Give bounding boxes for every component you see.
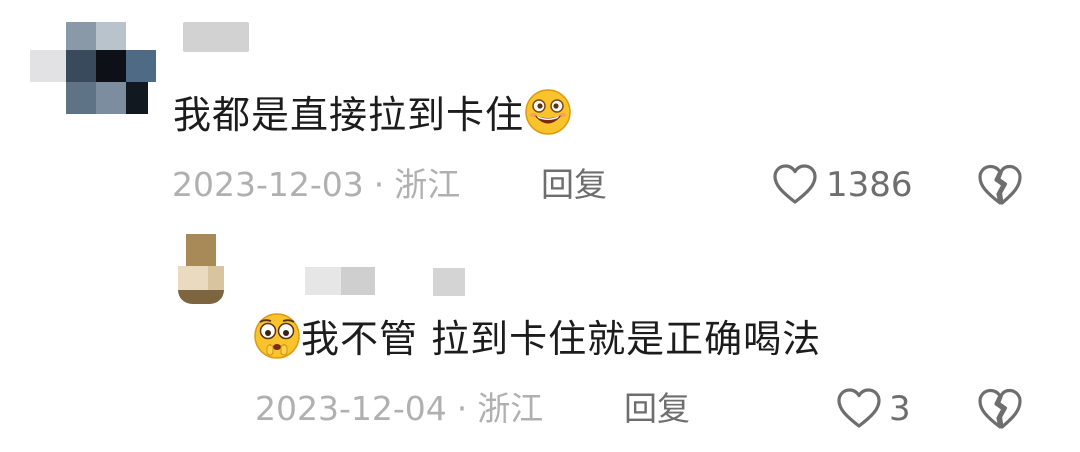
reply-button[interactable]: 回复	[541, 163, 607, 207]
meta-separator: ·	[373, 165, 385, 204]
reply-avatar[interactable]	[178, 234, 224, 304]
broken-heart-dislike-icon[interactable]	[976, 163, 1024, 207]
heart-like-icon[interactable]	[836, 387, 882, 429]
username-blurred[interactable]	[183, 22, 249, 52]
reply-comment-body: 我不管 拉到卡住就是正确喝法	[301, 317, 822, 361]
reply-target-username-blurred[interactable]	[433, 268, 465, 296]
pleading-face-emoji-icon	[254, 313, 300, 359]
comment-date: 2023-12-03	[172, 165, 364, 204]
comment-meta: 2023-12-03 · 浙江	[172, 163, 460, 207]
comment-body: 我都是直接拉到卡住	[173, 93, 525, 137]
reply-button[interactable]: 回复	[624, 387, 690, 431]
meta-separator: ·	[456, 389, 468, 428]
reply-username-blurred[interactable]	[305, 267, 375, 295]
comment-location: 浙江	[394, 165, 461, 204]
like-count: 1386	[826, 165, 913, 205]
grinning-face-emoji-icon	[525, 89, 571, 135]
reply-comment-date: 2023-12-04	[255, 389, 447, 428]
reply-comment-text: 我不管 拉到卡住就是正确喝法	[253, 312, 821, 365]
reply-comment-meta: 2023-12-04 · 浙江	[255, 387, 543, 431]
avatar[interactable]	[30, 22, 156, 118]
like-count: 3	[889, 389, 911, 429]
heart-like-icon[interactable]	[772, 163, 818, 205]
broken-heart-dislike-icon[interactable]	[976, 387, 1024, 431]
reply-comment-location: 浙江	[477, 389, 544, 428]
comment-text: 我都是直接拉到卡住	[173, 88, 572, 141]
